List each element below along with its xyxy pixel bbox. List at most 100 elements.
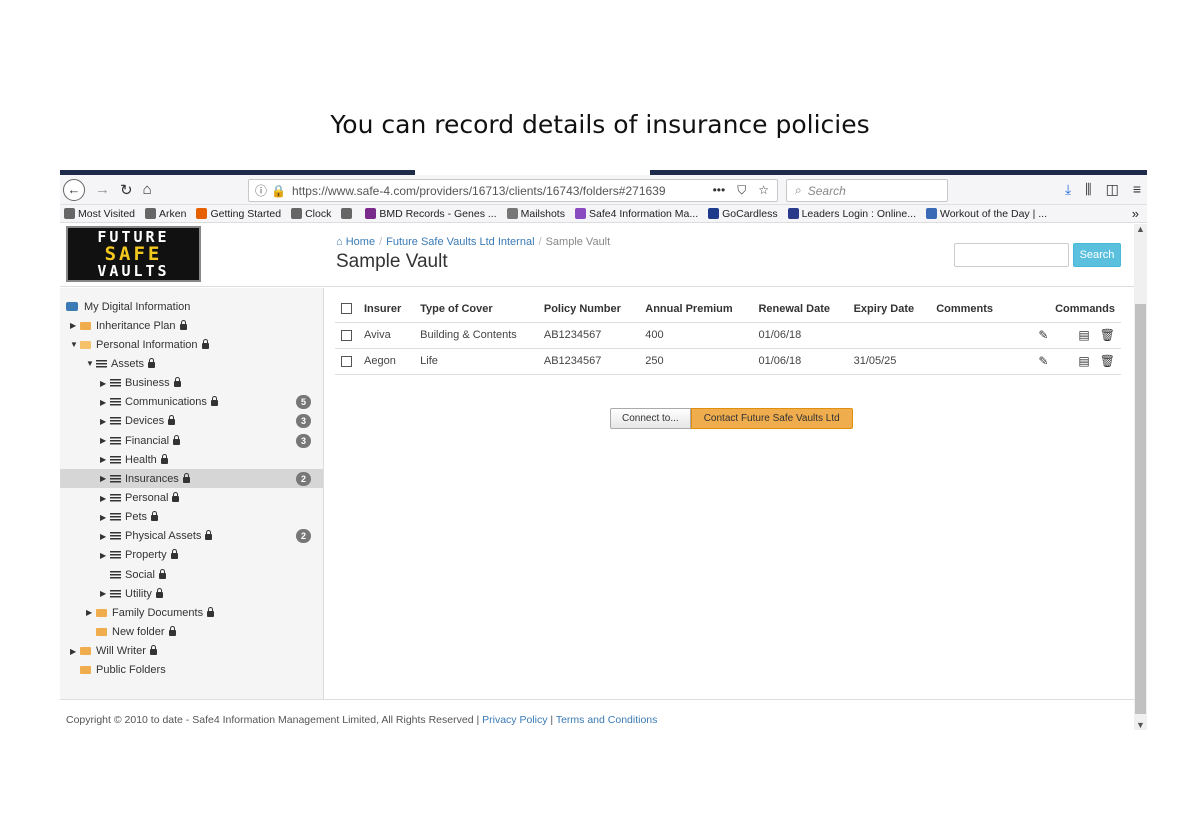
url-bar[interactable]: ⓘ 🔒 https://www.safe-4.com/providers/167…	[248, 179, 778, 202]
edit-icon[interactable]: ✎	[1038, 354, 1048, 368]
privacy-policy-link[interactable]: Privacy Policy	[482, 714, 547, 726]
tree-item[interactable]: New folder	[60, 623, 323, 642]
caret-down-icon[interactable]: ▼	[70, 340, 80, 349]
col-expiry-date[interactable]: Expiry Date	[847, 296, 931, 323]
caret-right-icon[interactable]: ▶	[100, 513, 110, 522]
bookmark-star-icon[interactable]: ☆	[758, 183, 769, 198]
breadcrumb-home-label: Home	[345, 236, 376, 248]
tree-item[interactable]: ▶ Property	[60, 546, 323, 565]
bookmark-item[interactable]: Clock	[291, 208, 331, 220]
bookmark-item[interactable]	[341, 208, 355, 219]
breadcrumb-provider[interactable]: Future Safe Vaults Ltd Internal	[386, 236, 534, 248]
col-policy-number[interactable]: Policy Number	[537, 296, 640, 323]
download-icon[interactable]: ⤓	[1065, 181, 1071, 198]
forward-arrow-icon[interactable]: →	[95, 181, 110, 198]
row-checkbox[interactable]	[341, 355, 352, 367]
tree-item[interactable]: ▶ Financial 3	[60, 431, 323, 450]
tree-item[interactable]: ▼ Assets	[60, 354, 323, 373]
caret-right-icon[interactable]: ▶	[100, 551, 110, 560]
url-text[interactable]: https://www.safe-4.com/providers/16713/c…	[292, 184, 666, 198]
tree-item[interactable]: My Digital Information	[60, 297, 323, 316]
page-actions-icon[interactable]: •••	[713, 183, 726, 198]
edit-icon[interactable]: ✎	[1038, 328, 1048, 342]
caret-right-icon[interactable]: ▶	[100, 379, 110, 388]
bookmark-item[interactable]: Workout of the Day | ...	[926, 208, 1047, 220]
tree-item[interactable]: ▶ Personal	[60, 489, 323, 508]
tree-item[interactable]: ▼ Personal Information	[60, 335, 323, 354]
tree-item[interactable]: ▶ Pets	[60, 508, 323, 527]
select-all-checkbox[interactable]	[341, 303, 352, 315]
tree-item[interactable]: ▶ Communications 5	[60, 393, 323, 412]
scroll-up-icon[interactable]: ▲	[1136, 224, 1145, 234]
back-arrow-icon[interactable]: ←	[63, 178, 85, 201]
caret-right-icon[interactable]: ▶	[100, 589, 110, 598]
caret-right-icon[interactable]: ▶	[100, 474, 110, 483]
caret-right-icon[interactable]: ▶	[100, 494, 110, 503]
tree-item[interactable]: Social	[60, 565, 323, 584]
tree-item[interactable]: ▶ Utility	[60, 584, 323, 603]
col-annual-premium[interactable]: Annual Premium	[639, 296, 753, 323]
caret-down-icon[interactable]: ▼	[86, 359, 96, 368]
slide-title: You can record details of insurance poli…	[330, 110, 870, 139]
browser-search-input[interactable]: ⌕ Search	[786, 179, 948, 202]
sidebar-toggle-icon[interactable]: ◫	[1106, 181, 1119, 198]
table-row[interactable]: Aegon Life AB1234567 250 01/06/18 31/05/…	[335, 348, 1121, 375]
connect-to-button[interactable]: Connect to...	[610, 408, 691, 429]
caret-right-icon[interactable]: ▶	[100, 532, 110, 541]
scroll-down-icon[interactable]: ▼	[1136, 720, 1145, 730]
page-scrollbar[interactable]: ▲ ▼	[1134, 224, 1147, 730]
caret-right-icon[interactable]: ▶	[100, 436, 110, 445]
bookmark-item[interactable]: Arken	[145, 208, 186, 220]
bookmark-item[interactable]: Safe4 Information Ma...	[574, 208, 698, 220]
tree-item[interactable]: ▶ Devices 3	[60, 412, 323, 431]
menu-icon[interactable]: ≡	[1133, 181, 1141, 198]
pocket-icon[interactable]: ⛉	[737, 183, 746, 198]
caret-right-icon[interactable]: ▶	[100, 417, 110, 426]
future-safe-vaults-logo[interactable]: FUTURE SAFE VAULTS	[66, 226, 201, 282]
table-row[interactable]: Aviva Building & Contents AB1234567 400 …	[335, 322, 1121, 349]
col-renewal-date[interactable]: Renewal Date	[752, 296, 848, 323]
site-search-input[interactable]	[954, 243, 1069, 267]
breadcrumb-home[interactable]: ⌂ Home	[336, 236, 375, 248]
lock-icon	[160, 453, 168, 464]
row-checkbox[interactable]	[341, 329, 352, 341]
caret-right-icon[interactable]: ▶	[86, 608, 96, 617]
library-icon[interactable]: ⫼	[1085, 181, 1091, 198]
bookmark-item[interactable]: Most Visited	[64, 208, 135, 220]
scrollbar-thumb[interactable]	[1135, 304, 1146, 714]
bookmark-item[interactable]: Getting Started	[196, 208, 281, 220]
reload-icon[interactable]: ↻	[120, 181, 133, 199]
terms-link[interactable]: Terms and Conditions	[556, 714, 658, 726]
bookmark-item[interactable]: BMD Records - Genes ...	[365, 208, 497, 220]
caret-right-icon[interactable]: ▶	[100, 398, 110, 407]
tree-item[interactable]: ▶ Will Writer	[60, 642, 323, 661]
details-icon[interactable]: ▤	[1078, 354, 1089, 368]
bookmark-item[interactable]: Leaders Login : Online...	[787, 208, 916, 220]
tree-item[interactable]: ▶ Health	[60, 450, 323, 469]
bookmark-favicon-icon	[574, 208, 586, 219]
info-icon[interactable]: ⓘ	[255, 182, 267, 199]
tree-item[interactable]: Public Folders	[60, 661, 323, 680]
contact-provider-button[interactable]: Contact Future Safe Vaults Ltd	[690, 408, 853, 429]
caret-right-icon[interactable]: ▶	[70, 647, 80, 656]
bookmark-item[interactable]: Mailshots	[506, 208, 565, 220]
tree-item[interactable]: ▶ Business	[60, 374, 323, 393]
bookmark-item[interactable]: GoCardless	[708, 208, 778, 220]
home-icon[interactable]: ⌂	[143, 181, 152, 198]
tree-item[interactable]: ▶ Family Documents	[60, 603, 323, 622]
col-type-of-cover[interactable]: Type of Cover	[414, 296, 538, 323]
col-insurer[interactable]: Insurer	[358, 296, 415, 323]
tree-item-label: Public Folders	[96, 664, 166, 677]
delete-icon[interactable]: 🗑	[1100, 328, 1115, 342]
caret-right-icon[interactable]: ▶	[70, 321, 80, 330]
tree-item[interactable]: ▶ Inheritance Plan	[60, 316, 323, 335]
caret-right-icon[interactable]: ▶	[100, 455, 110, 464]
tree-item-label: Communications	[125, 396, 207, 409]
tree-item[interactable]: ▶ Physical Assets 2	[60, 527, 323, 546]
site-search-button[interactable]: Search	[1073, 243, 1121, 267]
col-comments[interactable]: Comments	[930, 296, 1009, 323]
details-icon[interactable]: ▤	[1078, 328, 1089, 342]
bookmarks-overflow-icon[interactable]: »	[1132, 206, 1139, 221]
delete-icon[interactable]: 🗑	[1100, 354, 1115, 368]
tree-item[interactable]: ▶ Insurances 2	[60, 469, 323, 489]
